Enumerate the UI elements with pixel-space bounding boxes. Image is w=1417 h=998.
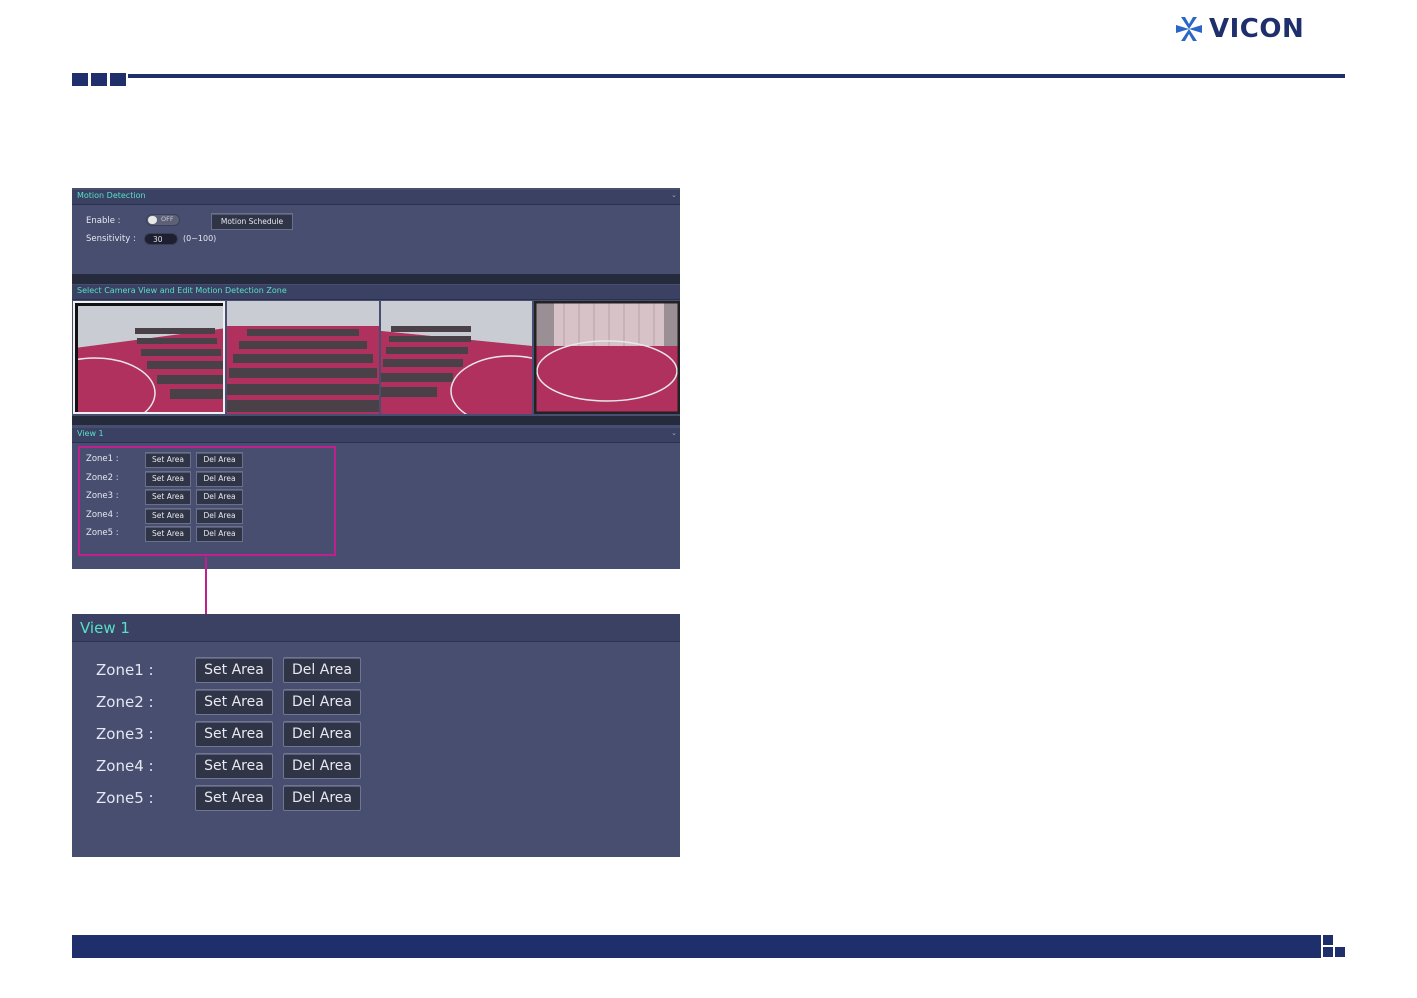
divider bbox=[72, 416, 680, 425]
motion-detection-header[interactable]: Motion Detection ⌄ bbox=[72, 190, 680, 205]
zone5-set-area-button[interactable]: Set Area bbox=[145, 526, 191, 542]
enable-label: Enable : bbox=[86, 216, 121, 226]
sensitivity-label: Sensitivity : bbox=[86, 234, 136, 244]
zone2-set-area-button[interactable]: Set Area bbox=[145, 471, 191, 487]
view-section-title: View 1 bbox=[77, 429, 104, 438]
zone2-del-area-button[interactable]: Del Area bbox=[283, 689, 361, 715]
zone4-label: Zone4 : bbox=[96, 757, 154, 775]
divider bbox=[72, 274, 680, 284]
zone3-del-area-button[interactable]: Del Area bbox=[283, 721, 361, 747]
zone2-set-area-button[interactable]: Set Area bbox=[195, 689, 273, 715]
toggle-state: OFF bbox=[161, 215, 174, 223]
brand-name: VICON bbox=[1209, 14, 1305, 44]
camera-image-2 bbox=[227, 301, 379, 414]
zone5-del-area-button[interactable]: Del Area bbox=[196, 526, 243, 542]
motion-detection-title: Motion Detection bbox=[77, 191, 146, 200]
zone1-label: Zone1 : bbox=[86, 454, 119, 464]
zone1-set-area-button[interactable]: Set Area bbox=[145, 452, 191, 468]
camera-view-1[interactable] bbox=[73, 301, 225, 414]
chevron-down-icon[interactable]: ⌄ bbox=[671, 429, 677, 437]
zone4-del-area-button[interactable]: Del Area bbox=[283, 753, 361, 779]
enlarged-view-panel: View 1 Zone1 : Set Area Del Area Zone2 :… bbox=[72, 614, 680, 857]
zone1-set-area-button[interactable]: Set Area bbox=[195, 657, 273, 683]
vicon-logo: VICON bbox=[1175, 14, 1304, 44]
camera-image-4 bbox=[534, 301, 680, 414]
chevron-down-icon[interactable]: ⌄ bbox=[671, 191, 677, 199]
zone5-del-area-button[interactable]: Del Area bbox=[283, 785, 361, 811]
enlarged-view-title: View 1 bbox=[80, 619, 130, 637]
camera-section-header: Select Camera View and Edit Motion Detec… bbox=[72, 285, 680, 300]
footer-squares bbox=[1323, 935, 1345, 958]
zone4-set-area-button[interactable]: Set Area bbox=[195, 753, 273, 779]
vicon-star-icon bbox=[1176, 17, 1202, 41]
motion-schedule-button[interactable]: Motion Schedule bbox=[211, 213, 293, 230]
camera-view-2[interactable] bbox=[227, 301, 379, 414]
zone2-label: Zone2 : bbox=[96, 693, 154, 711]
zone3-set-area-button[interactable]: Set Area bbox=[145, 489, 191, 505]
header-squares bbox=[72, 73, 126, 86]
camera-image-1 bbox=[75, 303, 223, 412]
footer-bar bbox=[72, 935, 1321, 958]
zone2-del-area-button[interactable]: Del Area bbox=[196, 471, 243, 487]
zone5-label: Zone5 : bbox=[96, 789, 154, 807]
zone1-label: Zone1 : bbox=[96, 661, 154, 679]
motion-detection-panel: Motion Detection ⌄ Enable : OFF Motion S… bbox=[72, 188, 680, 569]
camera-view-3[interactable] bbox=[381, 301, 532, 414]
camera-image-3 bbox=[381, 301, 532, 414]
zone3-label: Zone3 : bbox=[86, 491, 119, 501]
sensitivity-range: (0~100) bbox=[183, 234, 217, 243]
zone3-set-area-button[interactable]: Set Area bbox=[195, 721, 273, 747]
zone3-label: Zone3 : bbox=[96, 725, 154, 743]
zone2-label: Zone2 : bbox=[86, 473, 119, 483]
camera-section-title: Select Camera View and Edit Motion Detec… bbox=[77, 286, 287, 295]
zone3-del-area-button[interactable]: Del Area bbox=[196, 489, 243, 505]
header-rule bbox=[128, 74, 1345, 78]
zone4-set-area-button[interactable]: Set Area bbox=[145, 508, 191, 524]
enable-toggle[interactable]: OFF bbox=[146, 214, 180, 226]
zone5-label: Zone5 : bbox=[86, 528, 119, 538]
callout-connector bbox=[205, 557, 207, 614]
zone4-label: Zone4 : bbox=[86, 510, 119, 520]
enlarged-view-header: View 1 bbox=[72, 614, 680, 642]
view-section-header[interactable]: View 1 ⌄ bbox=[72, 428, 680, 443]
sensitivity-input[interactable]: 30 bbox=[144, 233, 178, 245]
zone5-set-area-button[interactable]: Set Area bbox=[195, 785, 273, 811]
camera-view-4[interactable] bbox=[534, 301, 680, 414]
zone1-del-area-button[interactable]: Del Area bbox=[283, 657, 361, 683]
zone4-del-area-button[interactable]: Del Area bbox=[196, 508, 243, 524]
zone1-del-area-button[interactable]: Del Area bbox=[196, 452, 243, 468]
